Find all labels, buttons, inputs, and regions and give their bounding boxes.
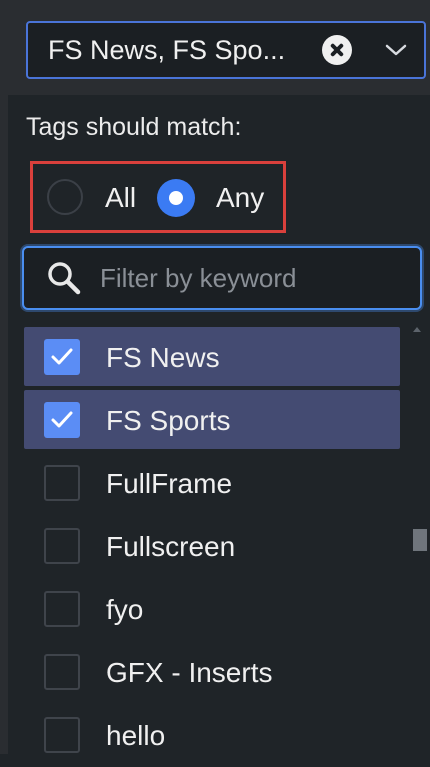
close-circle-icon[interactable] [322,35,352,65]
tag-list: FS News FS Sports FullFrame Fullscreen f… [24,326,400,767]
list-item-label: FS Sports [106,405,231,436]
list-item-label: GFX - Inserts [106,657,273,688]
match-mode-group: All Any [30,161,286,233]
list-item-label: FullFrame [106,468,233,499]
radio-any-label[interactable]: Any [216,182,264,214]
checkbox[interactable] [44,465,80,501]
list-item-label: Fullscreen [106,531,236,562]
checkbox[interactable] [44,528,80,564]
scrollbar-thumb[interactable] [413,529,427,551]
checkbox[interactable] [44,717,80,753]
checkbox[interactable] [44,402,80,438]
check-icon [51,411,73,428]
filter-field[interactable] [22,246,422,310]
match-mode-label: Tags should match: [26,113,242,141]
radio-all[interactable] [47,179,83,215]
checkbox[interactable] [44,339,80,375]
list-item[interactable]: Fullscreen [24,515,400,578]
scroll-up-icon[interactable] [413,327,421,332]
list-item-label: fyo [106,594,144,625]
list-item[interactable]: hello [24,704,400,767]
check-icon [51,348,73,365]
list-item[interactable]: GFX - Inserts [24,641,400,704]
checkbox[interactable] [44,591,80,627]
list-item-label: FS News [106,342,220,373]
list-item[interactable]: FullFrame [24,452,400,515]
left-edge [0,0,8,754]
filter-input[interactable] [100,262,390,294]
list-item[interactable]: FS Sports [24,389,400,452]
list-item-label: hello [106,720,166,751]
radio-any[interactable] [157,179,195,217]
dropdown-selected-value: FS News, FS Spo... [48,34,286,65]
checkbox[interactable] [44,654,80,690]
chevron-down-icon[interactable] [382,36,410,64]
search-icon [48,262,81,295]
list-item[interactable]: fyo [24,578,400,641]
radio-all-label[interactable]: All [105,182,136,214]
list-item[interactable]: FS News [24,326,400,389]
tag-select-dropdown[interactable]: FS News, FS Spo... [26,21,426,79]
